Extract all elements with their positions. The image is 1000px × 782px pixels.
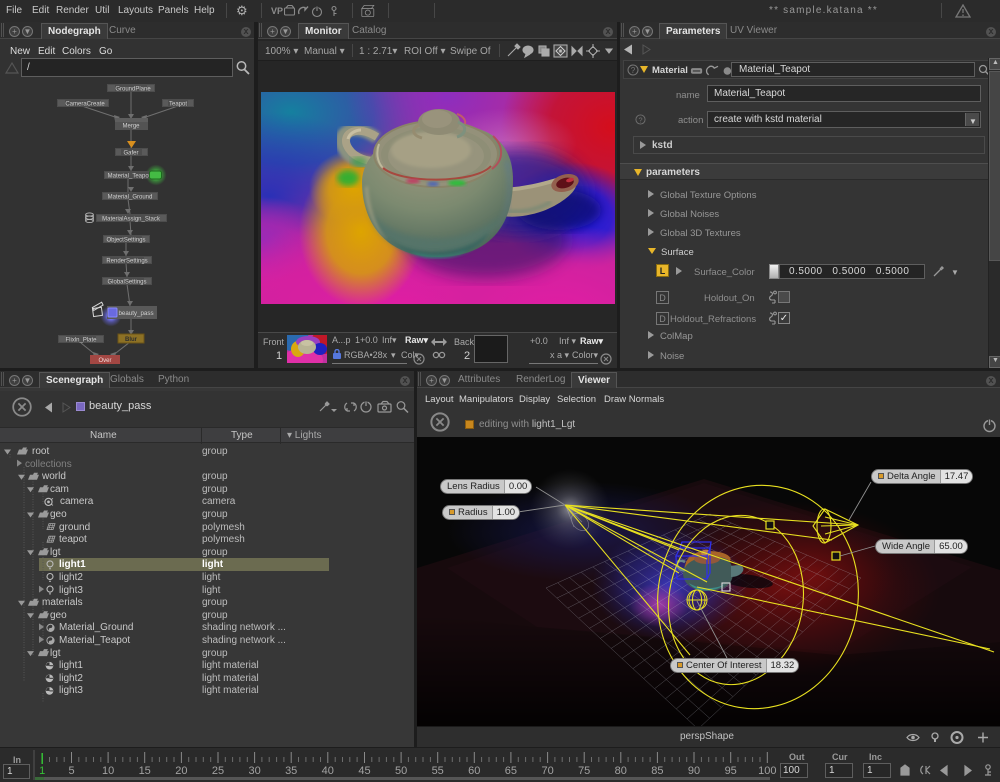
svg-text:5: 5: [68, 765, 74, 777]
svg-text:35: 35: [285, 765, 297, 777]
svg-text:Flixln_Plate: Flixln_Plate: [65, 338, 97, 344]
svg-text:70: 70: [541, 765, 553, 777]
svg-text:85: 85: [651, 765, 663, 777]
svg-text:?: ?: [638, 115, 642, 124]
svg-text:60: 60: [468, 765, 480, 777]
svg-text:30: 30: [248, 765, 260, 777]
svg-text:1: 1: [39, 765, 45, 777]
svg-text:MaterialAssign_Stack: MaterialAssign_Stack: [102, 217, 161, 223]
svg-text:Teapot: Teapot: [169, 102, 187, 108]
svg-text:GlobalSettings: GlobalSettings: [107, 280, 146, 286]
svg-text:GroundPlane: GroundPlane: [115, 87, 151, 93]
svg-text:Blur: Blur: [125, 337, 138, 343]
svg-text:55: 55: [432, 765, 444, 777]
svg-text:80: 80: [615, 765, 627, 777]
svg-text:45: 45: [358, 765, 370, 777]
svg-text:65: 65: [505, 765, 517, 777]
svg-text:RenderSettings: RenderSettings: [106, 259, 147, 265]
svg-text:40: 40: [322, 765, 334, 777]
svg-text:?: ?: [631, 66, 636, 75]
svg-text:25: 25: [212, 765, 224, 777]
svg-text:50: 50: [395, 765, 407, 777]
svg-text:CameraCreate: CameraCreate: [65, 102, 105, 108]
svg-text:20: 20: [175, 765, 187, 777]
svg-text:Material_Ground: Material_Ground: [108, 195, 153, 201]
svg-text:75: 75: [578, 765, 590, 777]
svg-text:100: 100: [758, 765, 776, 777]
svg-text:Over: Over: [98, 358, 111, 364]
svg-text:Material_Teapot: Material_Teapot: [108, 174, 151, 180]
svg-text:Merge: Merge: [122, 124, 140, 130]
svg-text:90: 90: [688, 765, 700, 777]
svg-text:95: 95: [725, 765, 737, 777]
svg-text:ObjectSettings: ObjectSettings: [106, 238, 145, 244]
svg-text:15: 15: [139, 765, 151, 777]
svg-text:10: 10: [102, 765, 114, 777]
svg-text:beauty_pass: beauty_pass: [118, 310, 153, 317]
svg-text:Gafer: Gafer: [123, 151, 138, 157]
